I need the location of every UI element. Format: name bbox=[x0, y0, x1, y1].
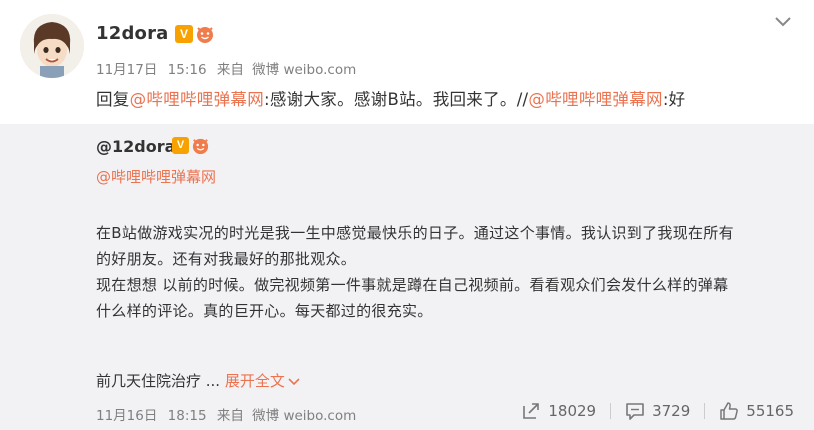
repost-source-prefix: 来自 bbox=[216, 408, 244, 424]
post-text: 回复@哔哩哔哩弹幕网:感谢大家。感谢B站。我回来了。//@哔哩哔哩弹幕网:好 bbox=[96, 86, 686, 110]
thumbs-up-icon bbox=[720, 402, 739, 420]
comment-count: 3729 bbox=[652, 402, 691, 420]
action-bar: 18029 3729 55165 bbox=[521, 401, 794, 421]
repost-button[interactable]: 18029 bbox=[521, 401, 596, 421]
chevron-down-icon[interactable] bbox=[288, 377, 300, 387]
weibo-post: 12dora V 11月17日 15:16 来自 微博 weibo.com 回复… bbox=[0, 0, 814, 430]
post-source-prefix: 来自 bbox=[216, 62, 244, 78]
avatar[interactable] bbox=[20, 14, 84, 78]
member-badge-icon[interactable] bbox=[191, 136, 210, 155]
verified-badge-icon: V bbox=[175, 25, 193, 43]
action-divider bbox=[610, 403, 612, 419]
post-time[interactable]: 15:16 bbox=[168, 62, 207, 78]
repost-username[interactable]: @12dora bbox=[96, 137, 175, 156]
action-divider bbox=[704, 403, 706, 419]
username[interactable]: 12dora bbox=[96, 23, 169, 44]
reposted-card: @12dora V @哔哩哔哩弹幕网 在B站做游戏实况的时光是我一生中感觉最快乐… bbox=[0, 124, 814, 430]
post-meta: 11月17日 15:16 来自 微博 weibo.com bbox=[96, 58, 356, 78]
repost-count: 18029 bbox=[548, 402, 597, 420]
mention-link[interactable]: @哔哩哔哩弹幕网 bbox=[130, 90, 264, 109]
repost-source: 微博 weibo.com bbox=[252, 408, 357, 424]
chevron-down-icon[interactable] bbox=[774, 14, 792, 28]
comment-button[interactable]: 3729 bbox=[625, 401, 690, 421]
mention-link[interactable]: @哔哩哔哩弹幕网 bbox=[528, 90, 662, 109]
repost-paragraph: 的好朋友。还有对我最好的那批观众。 bbox=[96, 250, 357, 268]
repost-time[interactable]: 18:15 bbox=[168, 408, 207, 424]
repost-date[interactable]: 11月16日 bbox=[96, 408, 157, 424]
like-button[interactable]: 55165 bbox=[719, 401, 794, 421]
repost-paragraph: 什么样的评论。真的巨开心。每天都过的很充实。 bbox=[96, 302, 433, 320]
like-count: 55165 bbox=[746, 402, 794, 420]
repost-body: 在B站做游戏实况的时光是我一生中感觉最快乐的日子。通过这个事情。我认识到了我现在… bbox=[96, 220, 796, 324]
reply-body: :感谢大家。感谢B站。我回来了。// bbox=[264, 90, 529, 109]
expand-full-text-link[interactable]: 展开全文 bbox=[225, 372, 300, 390]
repost-mention-link[interactable]: @哔哩哔哩弹幕网 bbox=[96, 166, 216, 187]
avatar-illustration bbox=[20, 14, 84, 78]
repost-meta: 11月16日 18:15 来自 微博 weibo.com bbox=[96, 404, 356, 424]
repost-preview: 前几天住院治疗 ... 展开全文 bbox=[96, 370, 300, 391]
member-badge-icon[interactable] bbox=[195, 24, 215, 44]
repost-paragraph: 在B站做游戏实况的时光是我一生中感觉最快乐的日子。通过这个事情。我认识到了我现在… bbox=[96, 224, 734, 242]
comment-icon bbox=[626, 403, 644, 420]
repost-icon bbox=[523, 403, 540, 419]
reply-prefix: 回复 bbox=[96, 90, 130, 109]
post-source: 微博 weibo.com bbox=[252, 62, 357, 78]
verified-badge-icon: V bbox=[172, 137, 189, 154]
preview-text: 前几天住院治疗 ... bbox=[96, 372, 221, 390]
reply-suffix: :好 bbox=[662, 90, 686, 109]
repost-paragraph: 现在想想 以前的时候。做完视频第一件事就是蹲在自己视频前。看看观众们会发什么样的… bbox=[96, 276, 729, 294]
post-date[interactable]: 11月17日 bbox=[96, 58, 157, 78]
expand-label[interactable]: 展开全文 bbox=[225, 372, 285, 390]
